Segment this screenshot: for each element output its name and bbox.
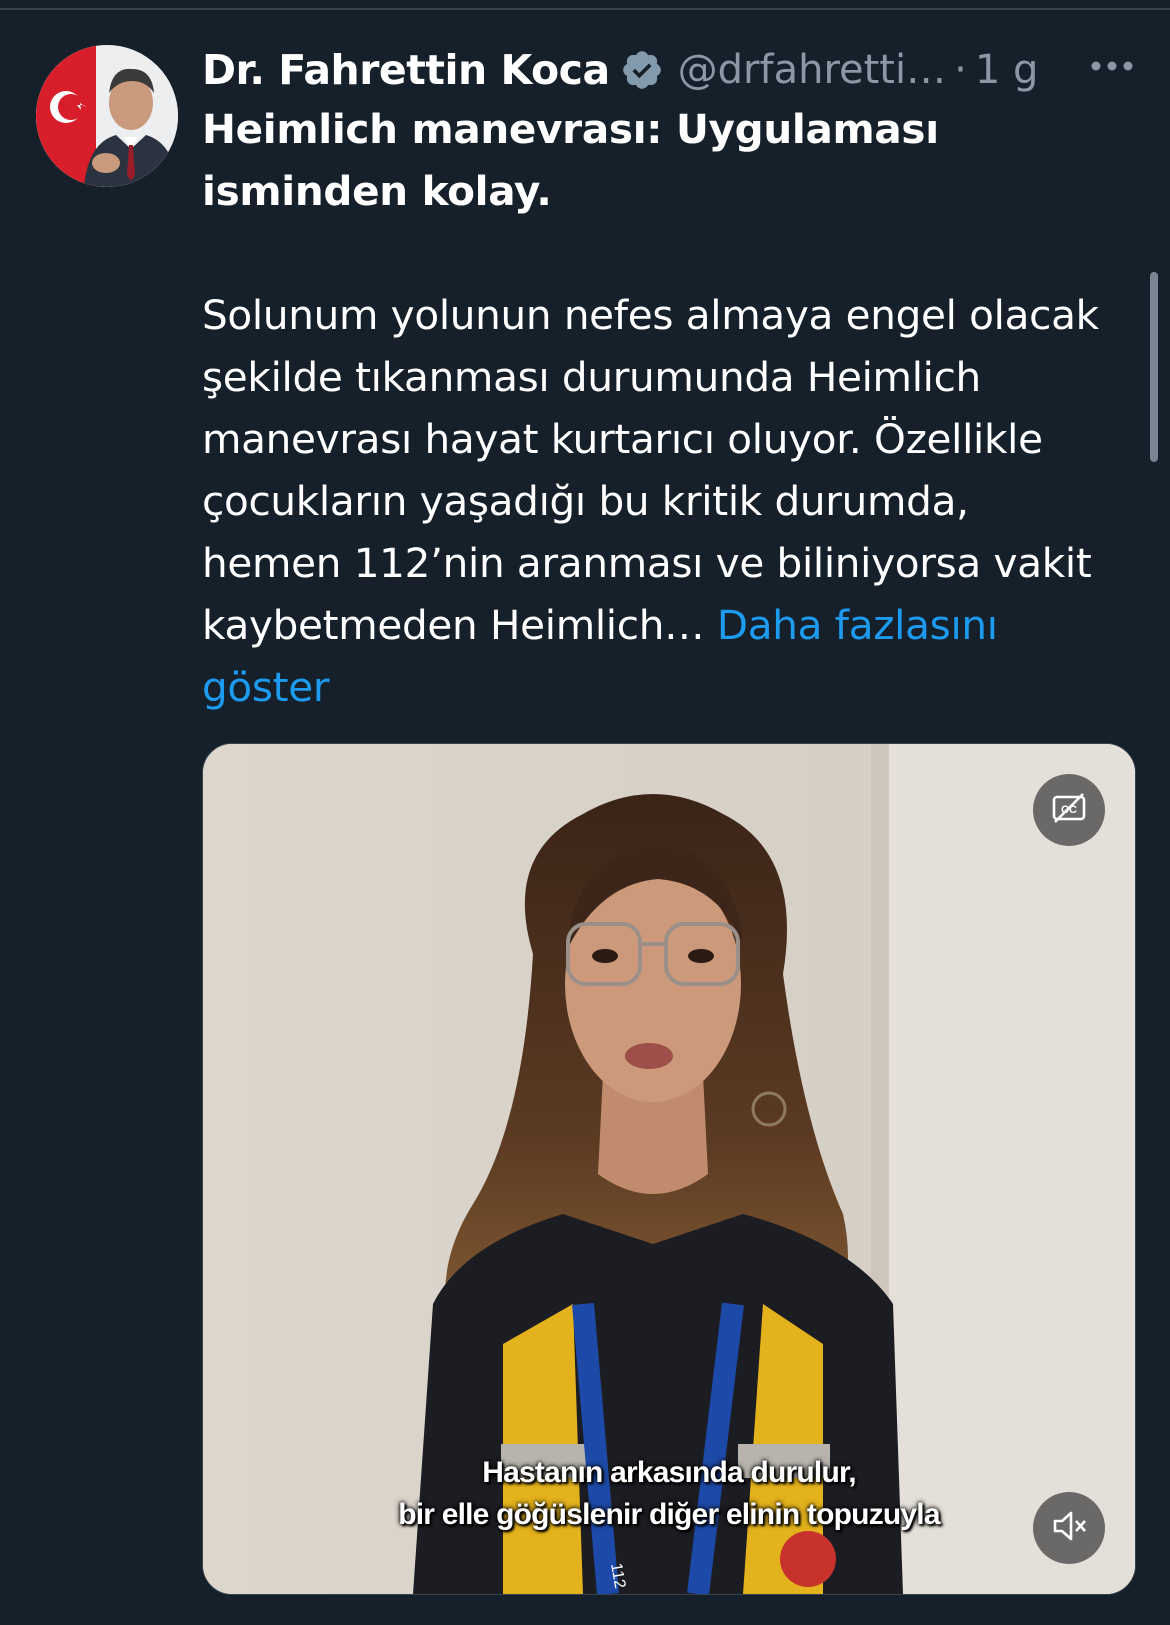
closed-captions-off-icon: CC bbox=[1049, 788, 1089, 832]
tweet-body: Solunum yolunun nefes almaya engel olaca… bbox=[202, 284, 1112, 718]
tweet-body-text: Solunum yolunun nefes almaya engel olaca… bbox=[202, 291, 1099, 649]
video-player[interactable]: 112 CC Hastanın arkasında durulur, bir e… bbox=[202, 743, 1136, 1595]
author-handle[interactable]: @drfahretti… bbox=[678, 47, 946, 93]
avatar-image bbox=[36, 45, 178, 187]
top-divider bbox=[0, 8, 1170, 10]
tweet-headline: Heimlich manevrası: Uygulaması isminden … bbox=[202, 105, 939, 215]
video-subtitle-line-1: Hastanın arkasında durulur, bbox=[482, 1456, 856, 1489]
action-bar-edge bbox=[0, 1612, 1170, 1625]
tweet-text: Heimlich manevrası: Uygulaması isminden … bbox=[202, 98, 1112, 718]
volume-muted-icon bbox=[1049, 1506, 1089, 1550]
verified-badge-icon[interactable] bbox=[620, 48, 664, 92]
tweet-header: Dr. Fahrettin Koca @drfahretti… · 1 g bbox=[202, 40, 1133, 100]
video-subtitle-line-2: bir elle göğüslenir diğer elinin topuzuy… bbox=[398, 1498, 940, 1531]
author-display-name[interactable]: Dr. Fahrettin Koca bbox=[202, 46, 610, 94]
closed-captions-button[interactable]: CC bbox=[1033, 774, 1105, 846]
more-horizontal-icon[interactable] bbox=[1082, 46, 1142, 86]
header-separator: · bbox=[954, 47, 967, 93]
mute-toggle-button[interactable] bbox=[1033, 1492, 1105, 1564]
tweet-timestamp[interactable]: 1 g bbox=[975, 47, 1039, 93]
avatar[interactable] bbox=[36, 45, 178, 187]
scrollbar[interactable] bbox=[1150, 272, 1158, 462]
